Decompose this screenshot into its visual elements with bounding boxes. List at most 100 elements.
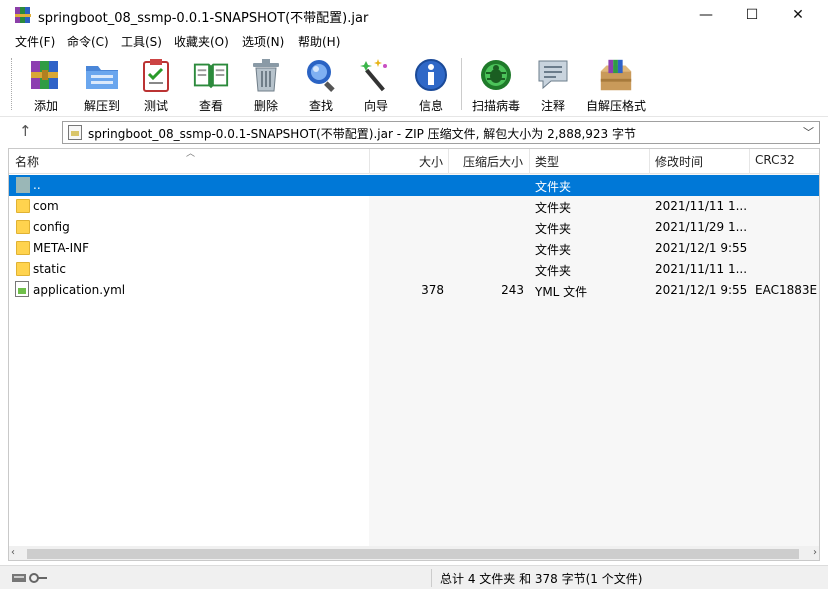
- extract-to-button[interactable]: 解压到: [80, 56, 124, 114]
- file-row-static[interactable]: static 文件夹 2021/11/11 1...: [9, 259, 819, 280]
- folder-icon: [16, 241, 30, 255]
- scroll-left-icon[interactable]: ‹: [11, 547, 15, 558]
- sfx-button[interactable]: 自解压格式: [585, 56, 647, 114]
- wizard-label: 向导: [363, 99, 388, 113]
- sfx-label: 自解压格式: [585, 99, 646, 113]
- scrollbar-thumb[interactable]: [27, 549, 799, 559]
- extract-to-icon: [83, 56, 121, 93]
- delete-button[interactable]: 删除: [246, 56, 286, 114]
- file-name: META-INF: [33, 241, 90, 255]
- extract-to-label: 解压到: [83, 99, 120, 113]
- archive-path-field[interactable]: springboot_08_ssmp-0.0.1-SNAPSHOT(不带配置).…: [62, 121, 820, 144]
- yml-file-icon: [15, 281, 29, 297]
- comment-button[interactable]: 注释: [533, 56, 573, 114]
- column-divider: [749, 149, 750, 174]
- file-type: 文件夹: [535, 243, 572, 257]
- wizard-icon: [357, 56, 395, 93]
- virus-scan-icon: [477, 56, 515, 93]
- file-type: 文件夹: [535, 222, 572, 236]
- file-row-parent[interactable]: .. 文件夹: [9, 175, 819, 196]
- maximize-button[interactable]: ☐: [729, 0, 775, 30]
- up-one-level-icon[interactable]: ↑: [19, 122, 32, 140]
- window-title: springboot_08_ssmp-0.0.1-SNAPSHOT(不带配置).…: [38, 11, 369, 26]
- delete-label: 删除: [253, 99, 278, 113]
- archive-file-icon: [68, 125, 82, 140]
- file-packed-size: 243: [501, 283, 524, 297]
- scroll-right-icon[interactable]: ›: [813, 547, 817, 558]
- winrar-app-icon[interactable]: [15, 7, 31, 23]
- folder-icon: [16, 220, 30, 234]
- drive-key-icon[interactable]: [12, 572, 48, 584]
- folder-icon: [16, 199, 30, 213]
- file-row-meta-inf[interactable]: META-INF 文件夹 2021/12/1 9:55: [9, 238, 819, 259]
- file-row-application-yml[interactable]: application.yml 378 243 YML 文件 2021/12/1…: [9, 280, 819, 301]
- virus-scan-label: 扫描病毒: [471, 99, 520, 113]
- info-icon: [412, 56, 450, 93]
- column-divider: [369, 149, 370, 174]
- test-button[interactable]: 测试: [136, 56, 176, 114]
- file-row-com[interactable]: com 文件夹 2021/11/11 1...: [9, 196, 819, 217]
- wizard-button[interactable]: 向导: [356, 56, 396, 114]
- column-divider: [448, 149, 449, 174]
- file-crc: EAC1883E: [755, 283, 818, 297]
- test-label: 测试: [143, 99, 168, 113]
- status-summary: 总计 4 文件夹 和 378 字节(1 个文件): [440, 572, 643, 586]
- file-type: 文件夹: [535, 201, 572, 215]
- status-divider: [431, 569, 432, 587]
- column-size[interactable]: 大小: [419, 153, 443, 170]
- column-modified[interactable]: 修改时间: [655, 153, 703, 170]
- delete-icon: [247, 56, 285, 93]
- column-type[interactable]: 类型: [535, 153, 559, 170]
- file-size: 378: [421, 283, 444, 297]
- horizontal-scrollbar[interactable]: ‹ ›: [9, 546, 819, 560]
- file-name: static: [33, 262, 66, 276]
- title-bar: springboot_08_ssmp-0.0.1-SNAPSHOT(不带配置).…: [0, 0, 828, 30]
- column-crc[interactable]: CRC32: [755, 153, 795, 167]
- menu-bar: 文件(F) 命令(C) 工具(S) 收藏夹(O) 选项(N) 帮助(H): [0, 30, 828, 52]
- test-icon: [137, 56, 175, 93]
- menu-options[interactable]: 选项(N): [242, 33, 284, 50]
- add-icon: [27, 56, 65, 93]
- virus-scan-button[interactable]: 扫描病毒: [470, 56, 522, 114]
- file-modified: 2021/11/11 1...: [655, 262, 748, 276]
- toolbar-separator: [461, 58, 462, 110]
- view-button[interactable]: 查看: [190, 56, 232, 114]
- folder-icon: [16, 262, 30, 276]
- column-divider: [649, 149, 650, 174]
- find-icon: [302, 56, 340, 93]
- toolbar-grip: [11, 58, 14, 110]
- file-list[interactable]: ︿ 名称 大小 压缩后大小 类型 修改时间 CRC32 .. 文件夹 com 文…: [8, 148, 820, 561]
- menu-help[interactable]: 帮助(H): [298, 33, 340, 50]
- info-button[interactable]: 信息: [411, 56, 451, 114]
- file-row-config[interactable]: config 文件夹 2021/11/29 1...: [9, 217, 819, 238]
- sfx-icon: [597, 56, 635, 93]
- file-name: com: [33, 199, 59, 213]
- view-icon: [192, 56, 230, 93]
- file-modified: 2021/11/29 1...: [655, 220, 748, 234]
- find-label: 查找: [308, 99, 333, 113]
- menu-tools[interactable]: 工具(S): [121, 33, 162, 50]
- file-modified: 2021/11/11 1...: [655, 199, 748, 213]
- archive-path-text: springboot_08_ssmp-0.0.1-SNAPSHOT(不带配置).…: [88, 127, 636, 141]
- minimize-button[interactable]: —: [683, 0, 729, 30]
- file-modified: 2021/12/1 9:55: [655, 241, 748, 255]
- comment-label: 注释: [540, 99, 565, 113]
- column-name[interactable]: 名称: [15, 153, 39, 170]
- file-modified: 2021/12/1 9:55: [655, 283, 748, 297]
- find-button[interactable]: 查找: [301, 56, 341, 114]
- column-divider: [529, 149, 530, 174]
- column-packed[interactable]: 压缩后大小: [463, 153, 523, 170]
- file-type: YML 文件: [535, 285, 588, 299]
- menu-favorites[interactable]: 收藏夹(O): [174, 33, 229, 50]
- menu-command[interactable]: 命令(C): [67, 33, 109, 50]
- status-bar: 总计 4 文件夹 和 378 字节(1 个文件): [0, 565, 828, 589]
- address-bar: ↑ springboot_08_ssmp-0.0.1-SNAPSHOT(不带配置…: [0, 116, 828, 146]
- view-label: 查看: [198, 99, 223, 113]
- add-button[interactable]: 添加: [26, 56, 66, 114]
- toolbar: 添加 解压到 测试 查看 删除 查找 向导 信息 扫描病毒 注释 自解压格式: [0, 52, 828, 116]
- menu-file[interactable]: 文件(F): [15, 33, 55, 50]
- chevron-down-icon[interactable]: ﹀: [803, 124, 814, 140]
- parent-folder-icon: [16, 177, 30, 193]
- sort-ascending-icon: ︿: [186, 149, 196, 159]
- close-button[interactable]: ✕: [775, 0, 821, 30]
